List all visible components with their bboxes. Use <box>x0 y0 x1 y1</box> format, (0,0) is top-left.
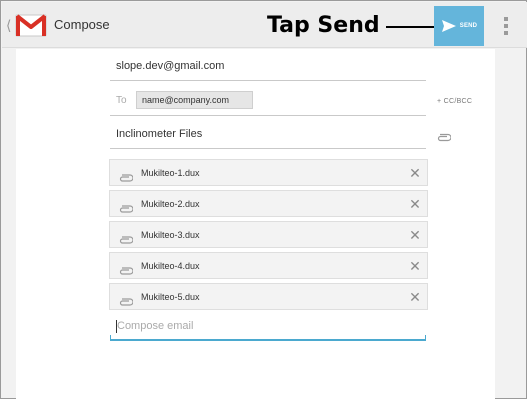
subject-value: Inclinometer Files <box>116 128 203 140</box>
callout-pointer-line <box>386 26 434 28</box>
compose-body-input[interactable]: Compose email <box>110 314 426 341</box>
from-value: slope.dev@gmail.com <box>116 60 225 72</box>
send-button[interactable]: SEND <box>434 6 484 46</box>
overflow-menu-icon[interactable] <box>500 15 512 37</box>
up-caret-icon[interactable]: ⟨ <box>6 16 11 34</box>
paperclip-icon <box>119 169 134 182</box>
to-field[interactable]: To name@company.com <box>110 89 426 116</box>
attachment-item[interactable]: Mukilteo-1.dux ✕ <box>109 159 428 186</box>
paperclip-icon <box>119 200 134 213</box>
attach-file-icon[interactable] <box>437 129 452 142</box>
attachment-list: Mukilteo-1.dux ✕ Mukilteo-2.dux ✕ Mukilt… <box>109 159 428 314</box>
cc-bcc-button[interactable]: + CC/BCC <box>437 98 472 105</box>
to-label: To <box>116 95 127 106</box>
send-icon <box>441 20 456 32</box>
gmail-logo-icon[interactable] <box>15 12 47 38</box>
attachment-name: Mukilteo-5.dux <box>141 292 200 302</box>
attachment-name: Mukilteo-3.dux <box>141 230 200 240</box>
attachment-item[interactable]: Mukilteo-3.dux ✕ <box>109 221 428 248</box>
subject-field[interactable]: Inclinometer Files <box>110 119 426 149</box>
paperclip-icon <box>119 262 134 275</box>
recipient-chip[interactable]: name@company.com <box>136 91 253 109</box>
attachment-item[interactable]: Mukilteo-2.dux ✕ <box>109 190 428 217</box>
attachment-name: Mukilteo-2.dux <box>141 199 200 209</box>
body-placeholder: Compose email <box>117 320 194 332</box>
action-bar: ⟨ Compose Tap Send SEND <box>2 2 527 48</box>
remove-attachment-icon[interactable]: ✕ <box>408 196 422 212</box>
remove-attachment-icon[interactable]: ✕ <box>408 258 422 274</box>
remove-attachment-icon[interactable]: ✕ <box>408 289 422 305</box>
attachment-item[interactable]: Mukilteo-5.dux ✕ <box>109 283 428 310</box>
tutorial-callout: Tap Send <box>267 13 380 38</box>
from-field[interactable]: slope.dev@gmail.com <box>110 51 426 81</box>
app-title: Compose <box>54 17 110 32</box>
paperclip-icon <box>119 293 134 306</box>
attachment-item[interactable]: Mukilteo-4.dux ✕ <box>109 252 428 279</box>
attachment-name: Mukilteo-1.dux <box>141 168 200 178</box>
paperclip-icon <box>119 231 134 244</box>
remove-attachment-icon[interactable]: ✕ <box>408 227 422 243</box>
remove-attachment-icon[interactable]: ✕ <box>408 165 422 181</box>
send-label: SEND <box>459 23 478 29</box>
attachment-name: Mukilteo-4.dux <box>141 261 200 271</box>
